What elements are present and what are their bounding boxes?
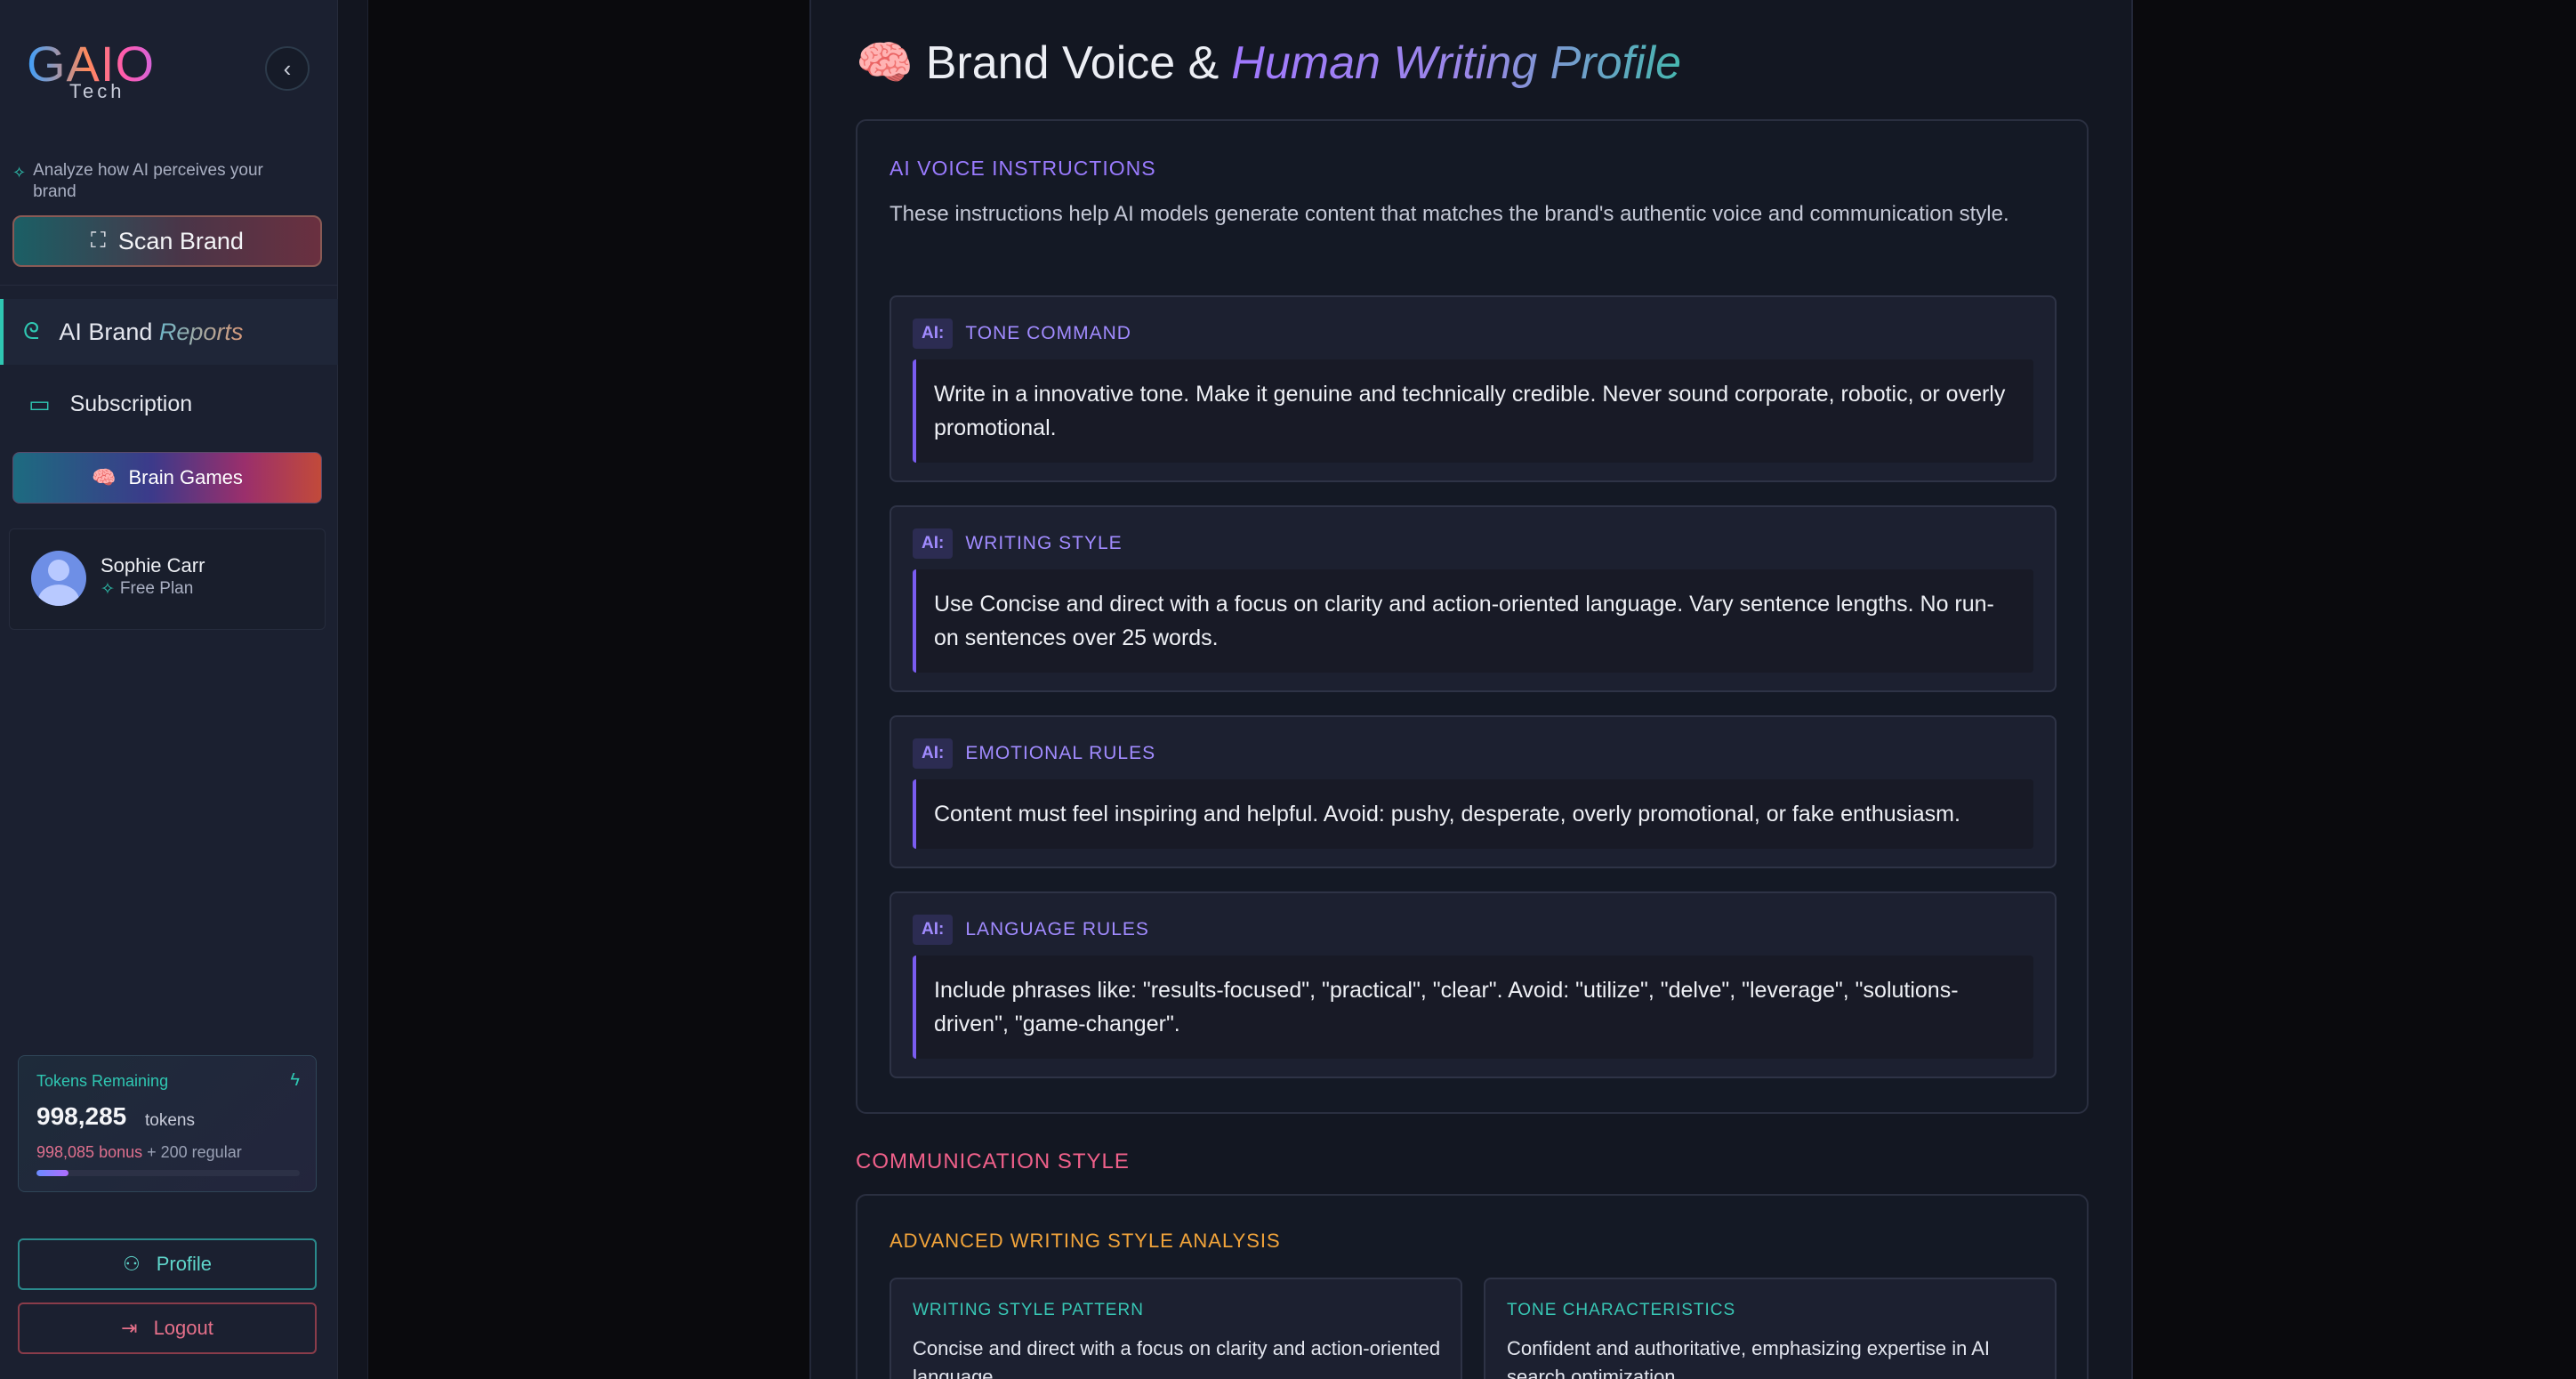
tokens-regular: + 200 regular: [147, 1143, 242, 1161]
user-name: Sophie Carr: [101, 554, 205, 577]
scan-brand-label: Scan Brand: [117, 227, 244, 254]
rule-title: EMOTIONAL RULES: [965, 743, 1156, 763]
logout-icon: ⇥: [121, 1317, 138, 1339]
user-gear-icon: ⚇: [122, 1253, 141, 1275]
credit-card-icon: ▭: [28, 390, 51, 417]
ai-badge: AI:: [913, 528, 954, 559]
sub-card-title: TONE CHARACTERISTICS: [1507, 1301, 1736, 1319]
rule-title: WRITING STYLE: [965, 533, 1123, 553]
tokens-progress-bar: [36, 1170, 300, 1176]
section-label: ADVANCED WRITING STYLE ANALYSIS: [890, 1230, 1281, 1252]
tokens-card: Tokens Remaining ϟ 998,285 tokens 998,08…: [18, 1055, 317, 1192]
profile-button[interactable]: ⚇ Profile: [18, 1238, 317, 1290]
tokens-breakdown: 998,085 bonus + 200 regular: [36, 1143, 242, 1162]
rule-body: Write in a innovative tone. Make it genu…: [913, 359, 2033, 463]
tone-characteristics-card: TONE CHARACTERISTICS Confident and autho…: [1484, 1278, 2057, 1379]
ai-voice-instructions-card: AI VOICE INSTRUCTIONS These instructions…: [856, 119, 2089, 1114]
rule-tone-command: AI: TONE COMMAND Write in a innovative t…: [890, 295, 2057, 482]
sparkle-icon: ✧: [12, 164, 27, 181]
scan-frame-icon: ⛶: [91, 229, 106, 253]
sidebar-item-ai-brand-reports[interactable]: ᘓ AI Brand Reports: [0, 299, 338, 365]
user-plan-label: Free Plan: [119, 579, 194, 598]
page-title-highlight: Human Writing Profile: [1231, 34, 1681, 93]
sidebar-gutter: [338, 0, 368, 1379]
sub-card-value: Confident and authoritative, emphasizing…: [1507, 1337, 1990, 1379]
divider: [0, 285, 338, 286]
rule-body: Use Concise and direct with a focus on c…: [913, 569, 2033, 673]
page-title-prefix: Brand Voice &: [925, 37, 1220, 89]
rule-body: Content must feel inspiring and helpful.…: [913, 779, 2033, 849]
reports-suffix: Reports: [158, 318, 244, 345]
section-description: These instructions help AI models genera…: [890, 202, 2009, 226]
advanced-writing-style-card: ADVANCED WRITING STYLE ANALYSIS WRITING …: [856, 1194, 2089, 1379]
collapse-sidebar-button[interactable]: ‹: [265, 46, 310, 91]
sidebar: GAIO Tech ‹ ✧ Analyze how AI perceives y…: [0, 0, 338, 1379]
profile-label: Profile: [156, 1253, 213, 1275]
rule-language-rules: AI: LANGUAGE RULES Include phrases like:…: [890, 891, 2057, 1078]
tokens-progress-fill: [36, 1170, 68, 1176]
sparkle-icon: ✧: [101, 580, 115, 599]
sidebar-item-subscription[interactable]: ▭ Subscription: [0, 372, 338, 436]
sidebar-item-label: AI Brand Reports: [59, 319, 243, 346]
brain-emoji-icon: 🧠: [856, 37, 914, 89]
communication-style-heading: COMMUNICATION STYLE: [856, 1149, 1130, 1173]
tokens-count: 998,285: [36, 1102, 127, 1130]
tokens-label: Tokens Remaining: [36, 1072, 169, 1090]
scan-hint: ✧ Analyze how AI perceives your brand: [12, 160, 297, 203]
rule-title: TONE COMMAND: [965, 323, 1131, 343]
rule-title: LANGUAGE RULES: [965, 919, 1149, 939]
rule-writing-style: AI: WRITING STYLE Use Concise and direct…: [890, 505, 2057, 692]
sidebar-item-label: Subscription: [69, 391, 193, 416]
scan-brand-button[interactable]: ⛶ Scan Brand: [12, 215, 322, 267]
user-card[interactable]: Sophie Carr ✧ Free Plan: [9, 528, 326, 630]
brain-emoji-icon: 🧠: [92, 466, 117, 488]
tokens-bonus: 998,085 bonus: [36, 1143, 143, 1161]
brain-games-label: Brain Games: [128, 466, 243, 488]
scan-hint-text: Analyze how AI perceives your brand: [33, 161, 263, 201]
sub-card-value: Concise and direct with a focus on clari…: [913, 1337, 1441, 1379]
brain-games-button[interactable]: 🧠 Brain Games: [12, 452, 322, 504]
ai-badge: AI:: [913, 319, 954, 349]
page-title: 🧠 Brand Voice & Human Writing Profile: [856, 34, 1681, 93]
rule-emotional-rules: AI: EMOTIONAL RULES Content must feel in…: [890, 715, 2057, 868]
ai-badge: AI:: [913, 738, 954, 769]
chevron-left-icon: ‹: [283, 54, 292, 82]
tokens-unit: tokens: [145, 1111, 195, 1130]
ai-badge: AI:: [913, 915, 954, 945]
brain-icon: ᘓ: [23, 318, 40, 344]
lightning-icon: ϟ: [290, 1070, 300, 1090]
user-plan: ✧ Free Plan: [101, 579, 193, 600]
writing-style-pattern-card: WRITING STYLE PATTERN Concise and direct…: [890, 1278, 1462, 1379]
sub-card-title: WRITING STYLE PATTERN: [913, 1301, 1144, 1319]
rule-body: Include phrases like: "results-focused",…: [913, 956, 2033, 1059]
logo[interactable]: GAIO Tech: [27, 39, 178, 103]
reports-prefix: AI Brand: [59, 318, 153, 345]
section-label: AI VOICE INSTRUCTIONS: [890, 157, 1156, 180]
logout-button[interactable]: ⇥ Logout: [18, 1302, 317, 1354]
logo-subtitle: Tech: [69, 80, 125, 102]
logout-label: Logout: [153, 1317, 213, 1339]
avatar: [31, 551, 86, 606]
